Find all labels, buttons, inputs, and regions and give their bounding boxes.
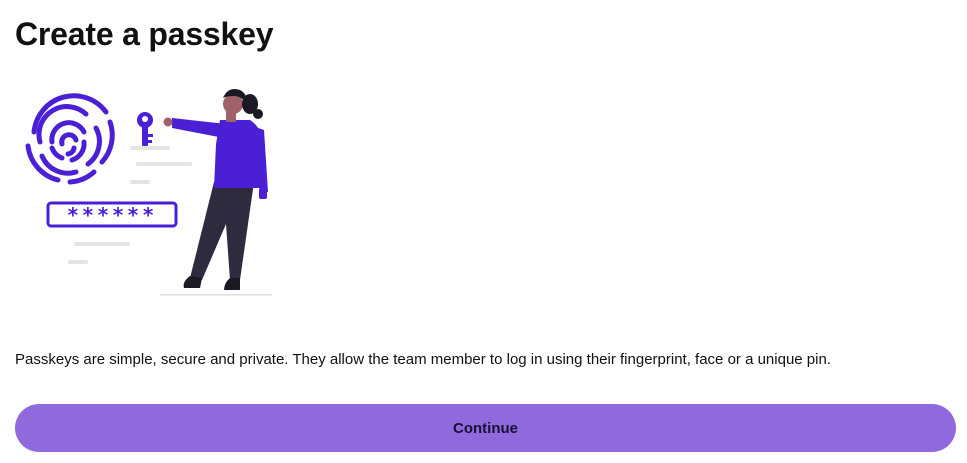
key-icon (137, 112, 153, 146)
person-figure (163, 89, 268, 290)
fingerprint-icon (25, 93, 115, 185)
passkey-illustration: ****** (25, 89, 272, 296)
passkey-description: Passkeys are simple, secure and private.… (15, 351, 831, 368)
create-passkey-page: Create a passkey ****** Passkeys are sim… (0, 0, 967, 463)
password-mask: ****** (67, 203, 157, 227)
continue-button[interactable]: Continue (15, 404, 956, 452)
ground-line (160, 294, 272, 296)
page-title: Create a passkey (15, 16, 274, 52)
password-field-graphic: ****** (46, 201, 178, 228)
